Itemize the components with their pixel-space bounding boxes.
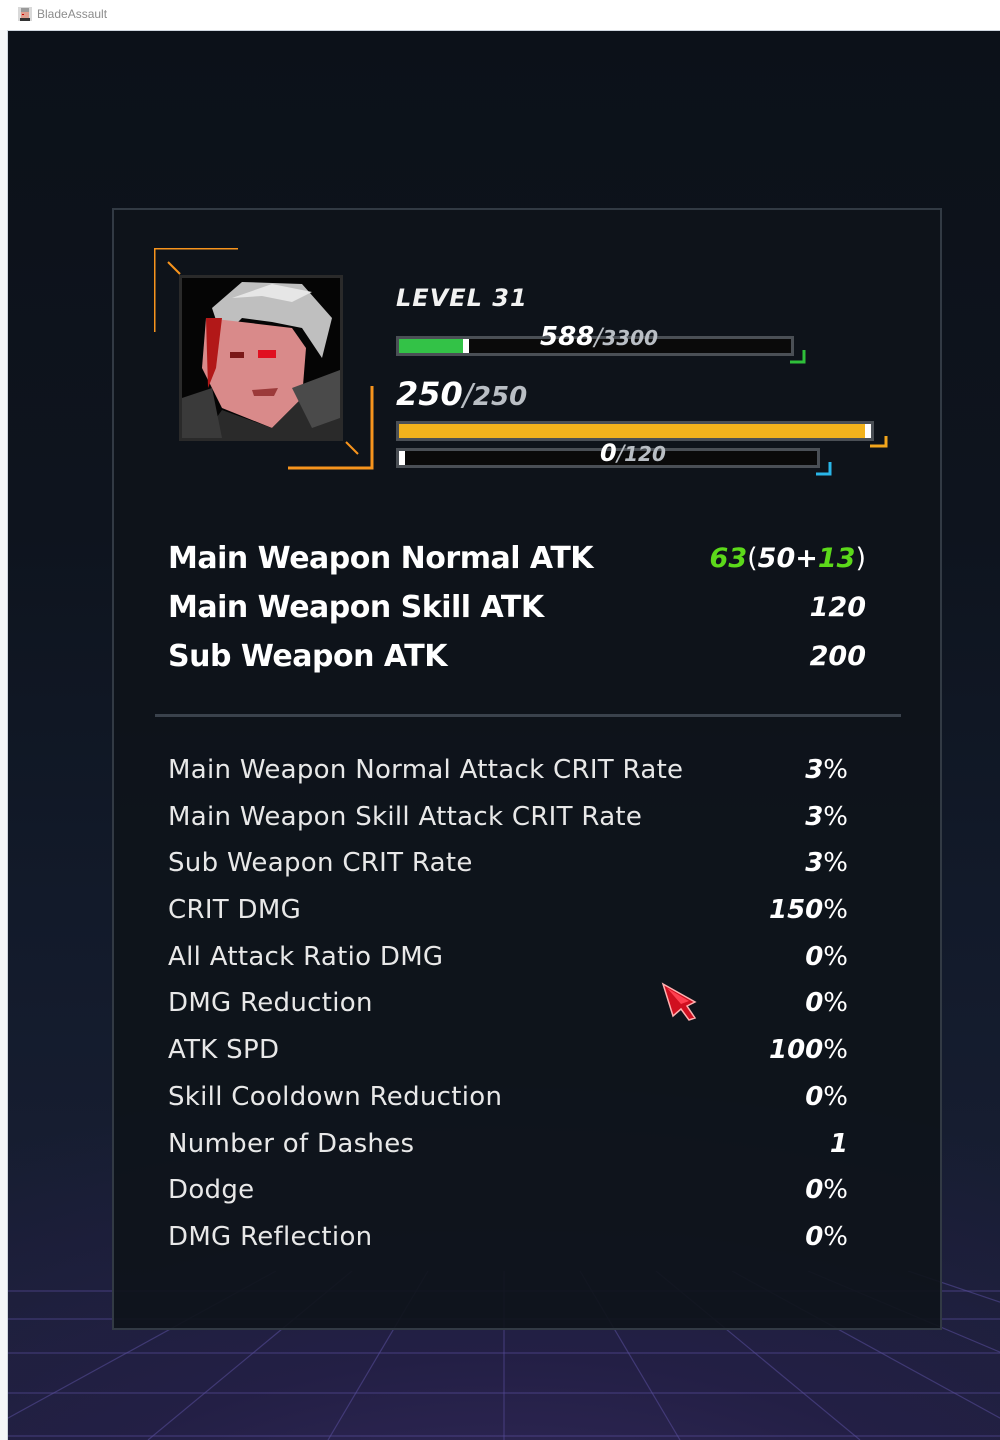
secondary-stats: Main Weapon Normal Attack CRIT Rate 3% Ma… [168,755,848,1269]
stat-row: All Attack Ratio DMG 0% [168,942,848,989]
stat-label: Main Weapon Normal Attack CRIT Rate [168,755,684,785]
game-viewport: LEVEL 31 588/3300 250/250 0/120 Main Wea… [8,31,1000,1440]
attack-stats: Main Weapon Normal ATK 63(50+13) Main We… [168,541,866,688]
stat-row: Dodge 0% [168,1175,848,1222]
attack-row: Main Weapon Skill ATK 120 [168,590,866,639]
energy-max: 120 [624,442,666,466]
stat-value: 1 [829,1128,848,1159]
stat-row: Main Weapon Skill Attack CRIT Rate 3% [168,802,848,849]
stat-label: CRIT DMG [168,895,302,926]
stat-value: 150% [769,895,848,926]
stat-row: Main Weapon Normal Attack CRIT Rate 3% [168,755,848,802]
character-portrait [154,248,374,470]
stat-label: Sub Weapon CRIT Rate [168,848,473,879]
hp-bar-fill [399,424,871,438]
window-title: BladeAssault [37,7,108,21]
stat-row: Skill Cooldown Reduction 0% [168,1082,848,1129]
stat-value: 0% [805,988,848,1019]
stat-row: Number of Dashes 1 [168,1129,848,1176]
attack-value: 200 [809,641,866,672]
character-stats-panel: LEVEL 31 588/3300 250/250 0/120 Main Wea… [112,208,942,1330]
section-divider [155,714,901,717]
level-label: LEVEL 31 [396,284,528,312]
stat-label: Dodge [168,1175,255,1206]
stat-value: 3% [805,755,848,785]
attack-label: Main Weapon Skill ATK [168,590,544,625]
attack-label: Sub Weapon ATK [168,639,447,674]
stat-value: 3% [805,848,848,879]
stat-label: DMG Reflection [168,1221,373,1252]
stat-label: Number of Dashes [168,1128,415,1159]
hp-bar [396,421,874,441]
window-border [0,30,8,1440]
window-titlebar[interactable]: BladeAssault [0,0,1000,31]
energy-value: 0/120 [600,439,666,467]
exp-current: 588 [540,322,595,352]
stat-row: DMG Reflection 0% [168,1222,848,1269]
app-icon [18,7,32,21]
hp-current: 250 [396,375,463,413]
stat-row: DMG Reduction 0% [168,988,848,1035]
attack-label: Main Weapon Normal ATK [168,541,594,576]
stat-row: ATK SPD 100% [168,1035,848,1082]
exp-value: 588/3300 [540,322,659,352]
stat-label: ATK SPD [168,1035,280,1066]
hp-max: 250 [472,382,528,412]
attack-row: Main Weapon Normal ATK 63(50+13) [168,541,866,590]
exp-bar-fill [399,339,469,353]
stat-value: 0% [805,1081,848,1112]
stat-label: Skill Cooldown Reduction [168,1081,503,1112]
stat-value: 0% [805,1175,848,1206]
stat-value: 0% [805,1221,848,1252]
attack-bonus: 13 [817,543,856,574]
attack-value: 63(50+13) [709,543,866,574]
stat-value: 100% [769,1035,848,1066]
attack-base: 50 [757,543,796,574]
exp-bar-corner-bracket [790,350,806,364]
energy-bar-cap [399,451,405,465]
stat-value: 0% [805,941,848,972]
portrait-image [179,275,343,441]
exp-max: 3300 [602,326,659,350]
red-arrow-cursor-icon [661,982,697,1021]
attack-value: 120 [809,592,866,623]
stat-row: Sub Weapon CRIT Rate 3% [168,848,848,895]
stat-row: CRIT DMG 150% [168,895,848,942]
hp-value: 250/250 [396,375,528,413]
stat-label: DMG Reduction [168,988,373,1019]
attack-row: Sub Weapon ATK 200 [168,639,866,688]
exp-bar-cap [463,339,469,353]
energy-current: 0 [600,439,617,467]
stat-value: 3% [805,801,848,832]
character-face-icon [182,278,340,438]
energy-bar-corner-bracket [816,462,832,476]
attack-total: 63 [709,543,748,574]
stat-label: Main Weapon Skill Attack CRIT Rate [168,801,643,832]
stat-label: All Attack Ratio DMG [168,941,444,972]
hp-bar-corner-bracket [870,436,888,448]
